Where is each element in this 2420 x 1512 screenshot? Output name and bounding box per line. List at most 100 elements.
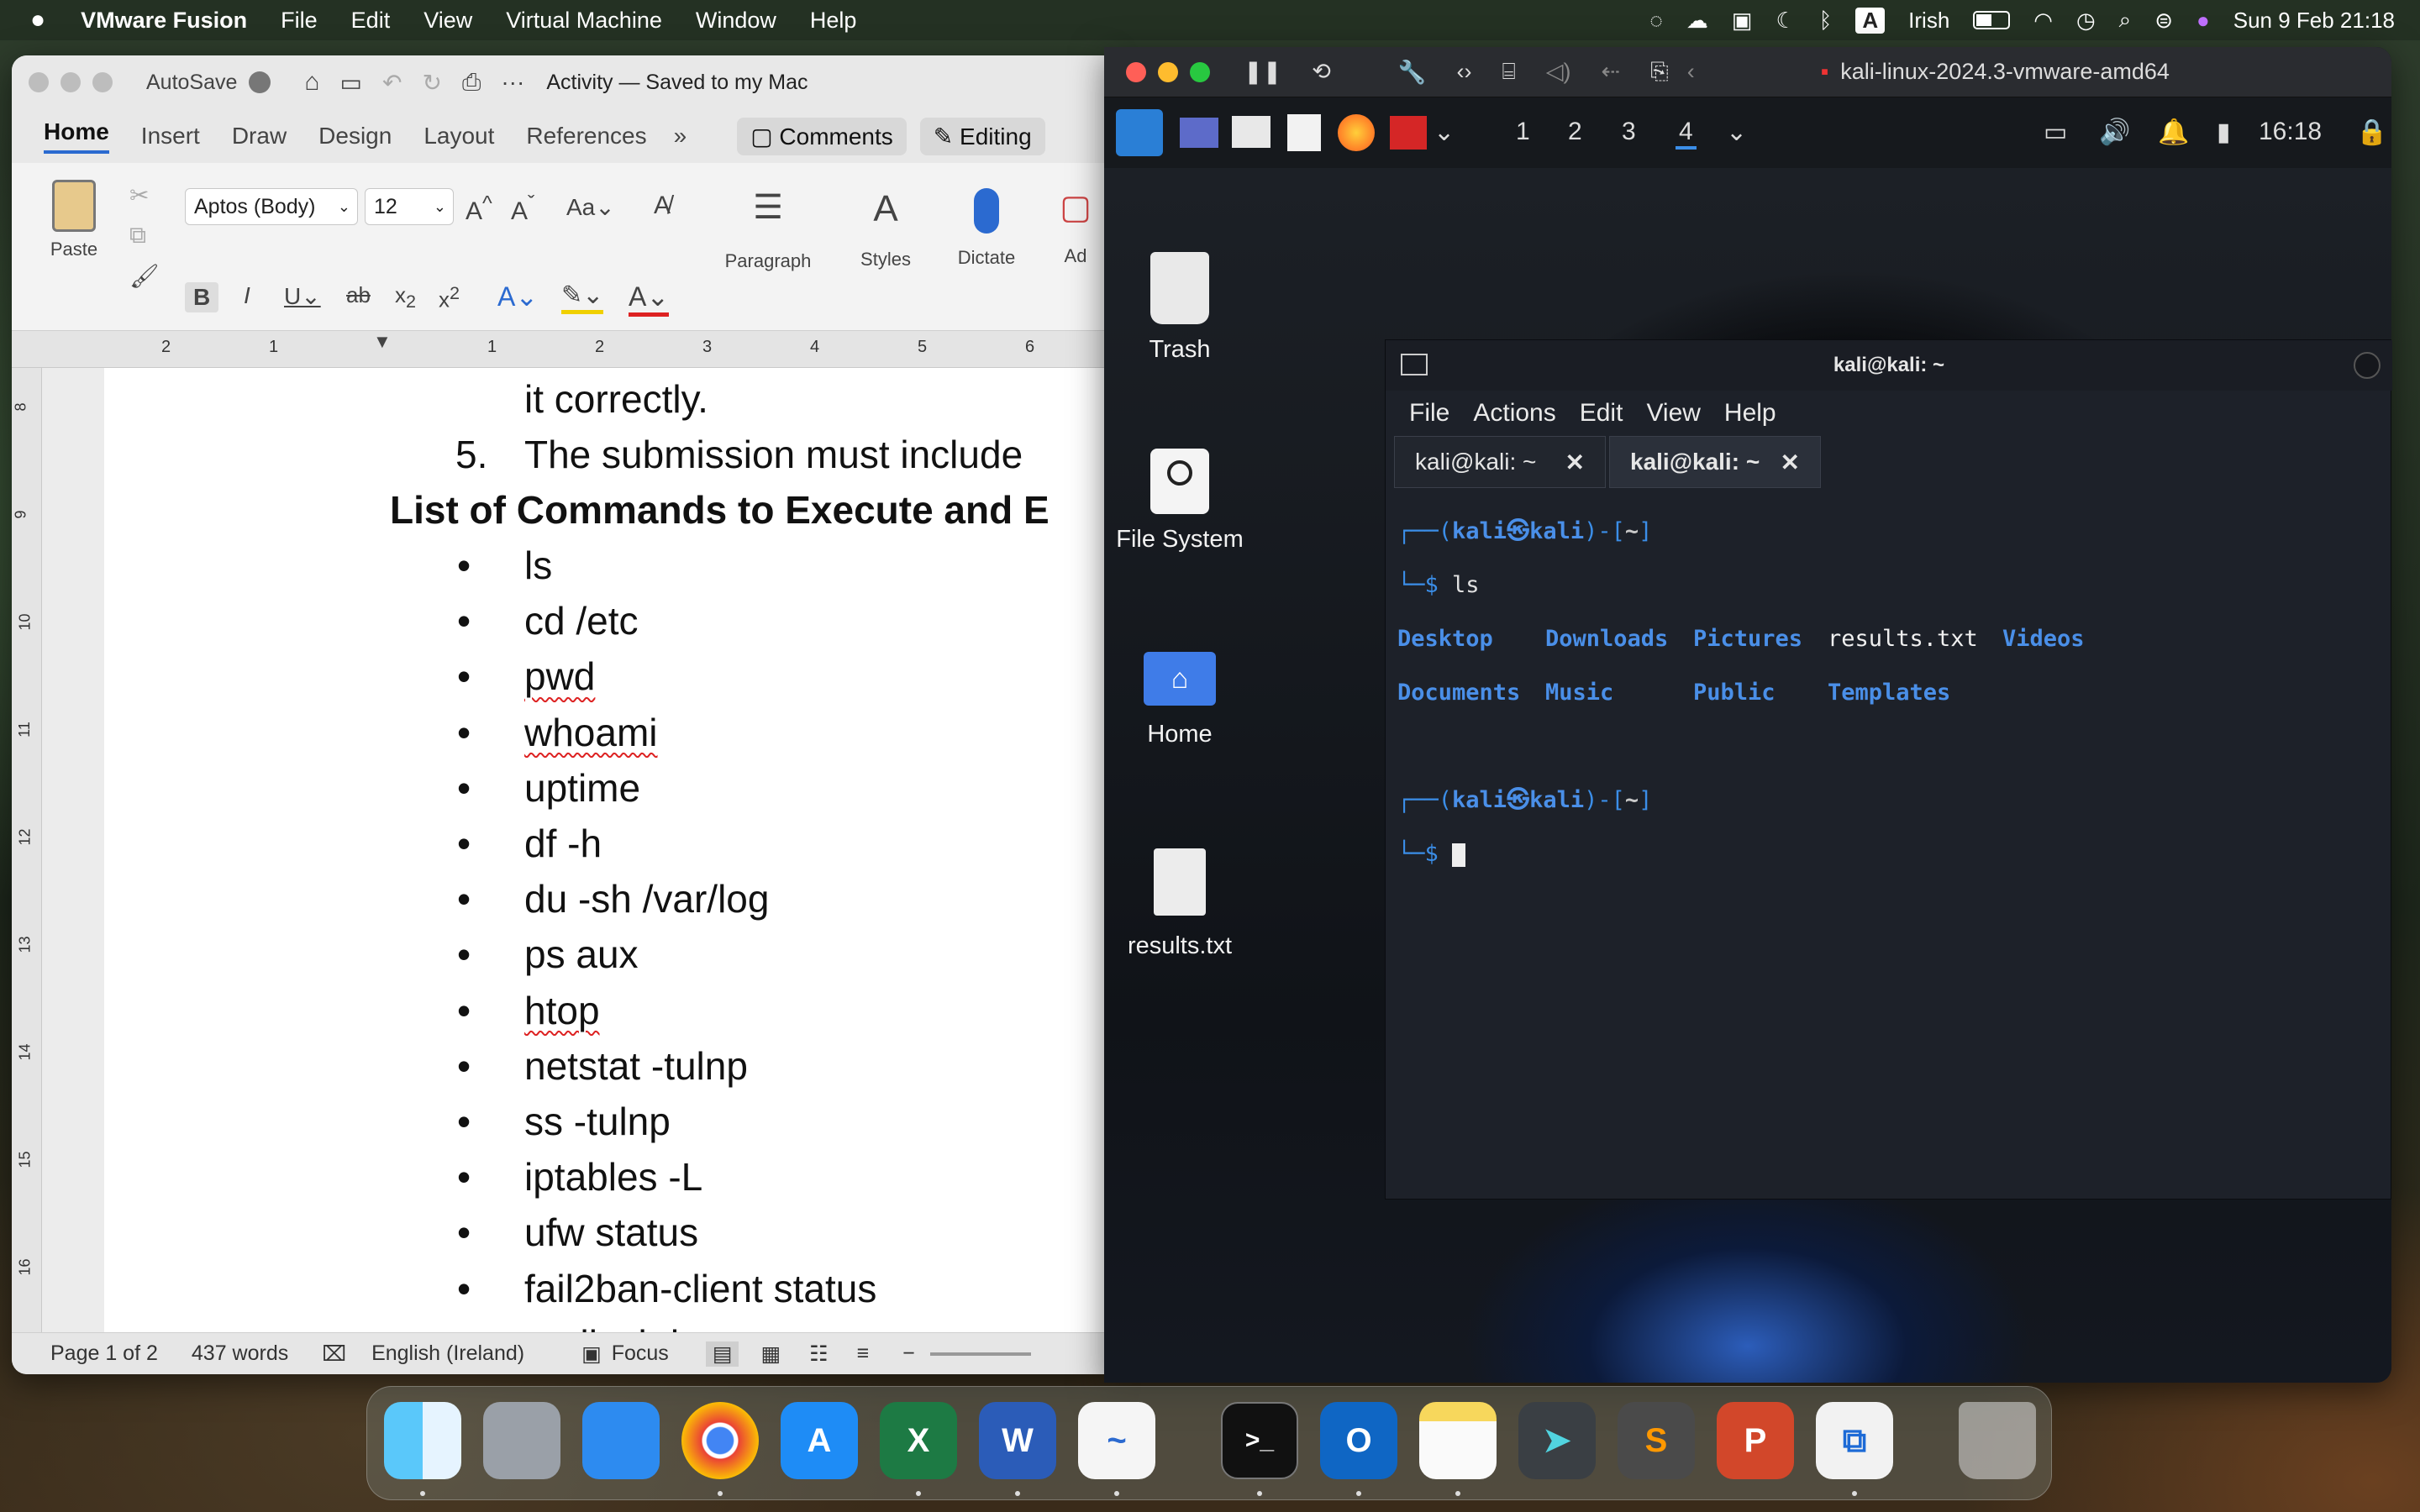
menu-view[interactable]: View <box>424 8 472 34</box>
strikethrough-button[interactable]: ab <box>346 282 371 308</box>
moon-icon[interactable]: ☾ <box>1776 8 1795 34</box>
dock-terminal-icon[interactable]: >_ <box>1221 1402 1298 1479</box>
zoom-button[interactable] <box>92 72 113 92</box>
font-size-dropdown[interactable]: 12 ⌄ <box>365 188 454 225</box>
print-icon[interactable]: ⎙ <box>462 69 481 97</box>
paste-button[interactable]: Paste <box>40 180 108 260</box>
dock-powerpoint-icon[interactable]: P <box>1717 1402 1794 1479</box>
copy-icon[interactable]: ⧉ <box>129 222 146 249</box>
display-icon[interactable]: ▭ <box>2044 118 2067 147</box>
dock-excel-icon[interactable]: X <box>880 1402 957 1479</box>
paragraph-button[interactable]: ☰ Paragraph <box>718 188 818 272</box>
horizontal-ruler[interactable]: 2 1 ▼ 1 2 3 4 5 6 <box>12 331 1104 368</box>
cloud-icon[interactable]: ☁ <box>1686 8 1708 34</box>
usb-icon[interactable]: ⇠ <box>1601 59 1620 85</box>
page-count[interactable]: Page 1 of 2 <box>50 1341 158 1366</box>
show-desktop-icon[interactable] <box>1180 118 1218 148</box>
menu-virtual-machine[interactable]: Virtual Machine <box>506 8 662 34</box>
underline-button[interactable]: U⌄ <box>284 282 321 310</box>
grow-font-icon[interactable]: A^ <box>466 192 492 226</box>
comments-button[interactable]: ▢ Comments <box>737 117 907 155</box>
input-source-label[interactable]: Irish <box>1908 8 1949 34</box>
word-count[interactable]: 437 words <box>192 1341 288 1366</box>
battery-icon[interactable] <box>1973 11 2011 29</box>
draft-icon[interactable]: ≡ <box>856 1341 869 1366</box>
pause-icon[interactable]: ❚❚ <box>1244 59 1281 85</box>
styles-button[interactable]: A Styles <box>844 188 928 270</box>
dock-keynote-icon[interactable] <box>582 1402 660 1479</box>
panel-clock[interactable]: 16:18 <box>2259 118 2322 146</box>
terminal-tab-active[interactable]: kali@kali: ~ ✕ <box>1609 436 1821 488</box>
terminal-window-icon[interactable] <box>1401 354 1428 375</box>
menu-file[interactable]: File <box>281 8 318 34</box>
menu-app-name[interactable]: VMware Fusion <box>81 8 247 34</box>
autosave-toggle[interactable] <box>249 71 271 93</box>
kali-menu-icon[interactable] <box>1116 109 1163 156</box>
font-color-icon[interactable]: A⌄ <box>629 281 670 317</box>
chevron-down-icon[interactable]: ⌄ <box>1434 118 1455 147</box>
close-icon[interactable]: ✕ <box>1565 449 1585 476</box>
zoom-button[interactable] <box>1190 61 1210 82</box>
lock-icon[interactable]: 🔒 <box>2356 118 2387 147</box>
close-button[interactable] <box>29 72 49 92</box>
close-icon[interactable]: ✕ <box>1781 449 1800 476</box>
home-icon[interactable]: ⌂ <box>304 68 319 97</box>
print-layout-icon[interactable]: ▤ <box>705 1341 739 1367</box>
apple-icon[interactable]: ● <box>30 6 45 34</box>
desktop-icon-home[interactable]: ⌂ Home <box>1104 652 1255 748</box>
terminal-tab[interactable]: kali@kali: ~ ✕ <box>1394 436 1606 488</box>
tab-insert[interactable]: Insert <box>141 123 200 150</box>
doc-title[interactable]: Activity — Saved to my Mac <box>546 71 808 95</box>
dock-outlook-icon[interactable]: O <box>1320 1402 1397 1479</box>
indent-marker[interactable]: ▼ <box>373 331 392 353</box>
tab-home[interactable]: Home <box>44 118 109 154</box>
workspace-1[interactable]: 1 <box>1516 118 1530 146</box>
menu-edit[interactable]: Edit <box>351 8 391 34</box>
notification-icon[interactable]: 🔔 <box>2158 118 2189 147</box>
more-icon[interactable]: ··· <box>501 69 524 96</box>
addins-button[interactable]: ▢ Ad <box>1050 188 1101 267</box>
web-layout-icon[interactable]: ▦ <box>760 1341 781 1367</box>
redo-icon[interactable]: ↻ <box>422 69 441 97</box>
tab-draw[interactable]: Draw <box>232 123 287 150</box>
drive-icon[interactable]: ⌸ <box>1502 59 1515 86</box>
terminal-menu-help[interactable]: Help <box>1724 399 1776 428</box>
subscript-button[interactable]: x2 <box>395 282 416 312</box>
shrink-font-icon[interactable]: Aˇ <box>511 192 534 226</box>
undo-icon[interactable]: ↶ <box>382 69 402 97</box>
dictate-button[interactable]: Dictate <box>944 188 1028 269</box>
terminal-menu-file[interactable]: File <box>1409 399 1449 428</box>
editing-button[interactable]: ✎ Editing <box>919 117 1045 155</box>
zoom-out-icon[interactable]: − <box>902 1341 915 1366</box>
outlook-icon[interactable]: ▣ <box>1732 8 1753 34</box>
tab-references[interactable]: References <box>526 123 646 150</box>
close-button[interactable] <box>1126 61 1146 82</box>
search-icon[interactable]: ⌕ <box>2119 7 2132 34</box>
settings-wrench-icon[interactable]: 🔧 <box>1398 59 1427 86</box>
dock-sublime-icon[interactable]: S <box>1618 1402 1695 1479</box>
dock-launchpad-icon[interactable] <box>483 1402 560 1479</box>
clear-formatting-icon[interactable]: A̸ <box>654 192 671 220</box>
dock-app-store-icon[interactable]: A <box>781 1402 858 1479</box>
save-icon[interactable]: ▭ <box>340 69 362 97</box>
terminal-menu-actions[interactable]: Actions <box>1473 399 1555 428</box>
text-effects-icon[interactable]: A⌄ <box>497 281 538 312</box>
terminal-menu-edit[interactable]: Edit <box>1580 399 1623 428</box>
sound-icon[interactable]: ◁) <box>1546 59 1571 85</box>
more-tabs-icon[interactable]: » <box>674 123 687 150</box>
workspace-4[interactable]: 4 <box>1676 118 1697 150</box>
control-center-icon[interactable]: ⊜ <box>2154 8 2173 34</box>
minimize-button[interactable] <box>1158 61 1178 82</box>
highlight-icon[interactable]: ✎⌄ <box>561 281 604 314</box>
language-label[interactable]: English (Ireland) <box>371 1341 524 1366</box>
change-case-icon[interactable]: Aa⌄ <box>566 193 615 221</box>
text-editor-icon[interactable] <box>1287 114 1321 151</box>
bluetooth-icon[interactable]: ᛒ <box>1819 8 1833 34</box>
menubar-clock[interactable]: Sun 9 Feb 21:18 <box>2233 8 2395 34</box>
italic-button[interactable]: I <box>244 282 250 309</box>
format-painter-icon[interactable]: 🖌 <box>129 262 160 290</box>
desktop-icon-results-txt[interactable]: results.txt <box>1104 848 1255 960</box>
shared-folder-icon[interactable]: ⎘ <box>1650 59 1669 86</box>
focus-icon[interactable]: ◌ <box>1649 8 1662 34</box>
firefox-icon[interactable] <box>1338 114 1375 151</box>
